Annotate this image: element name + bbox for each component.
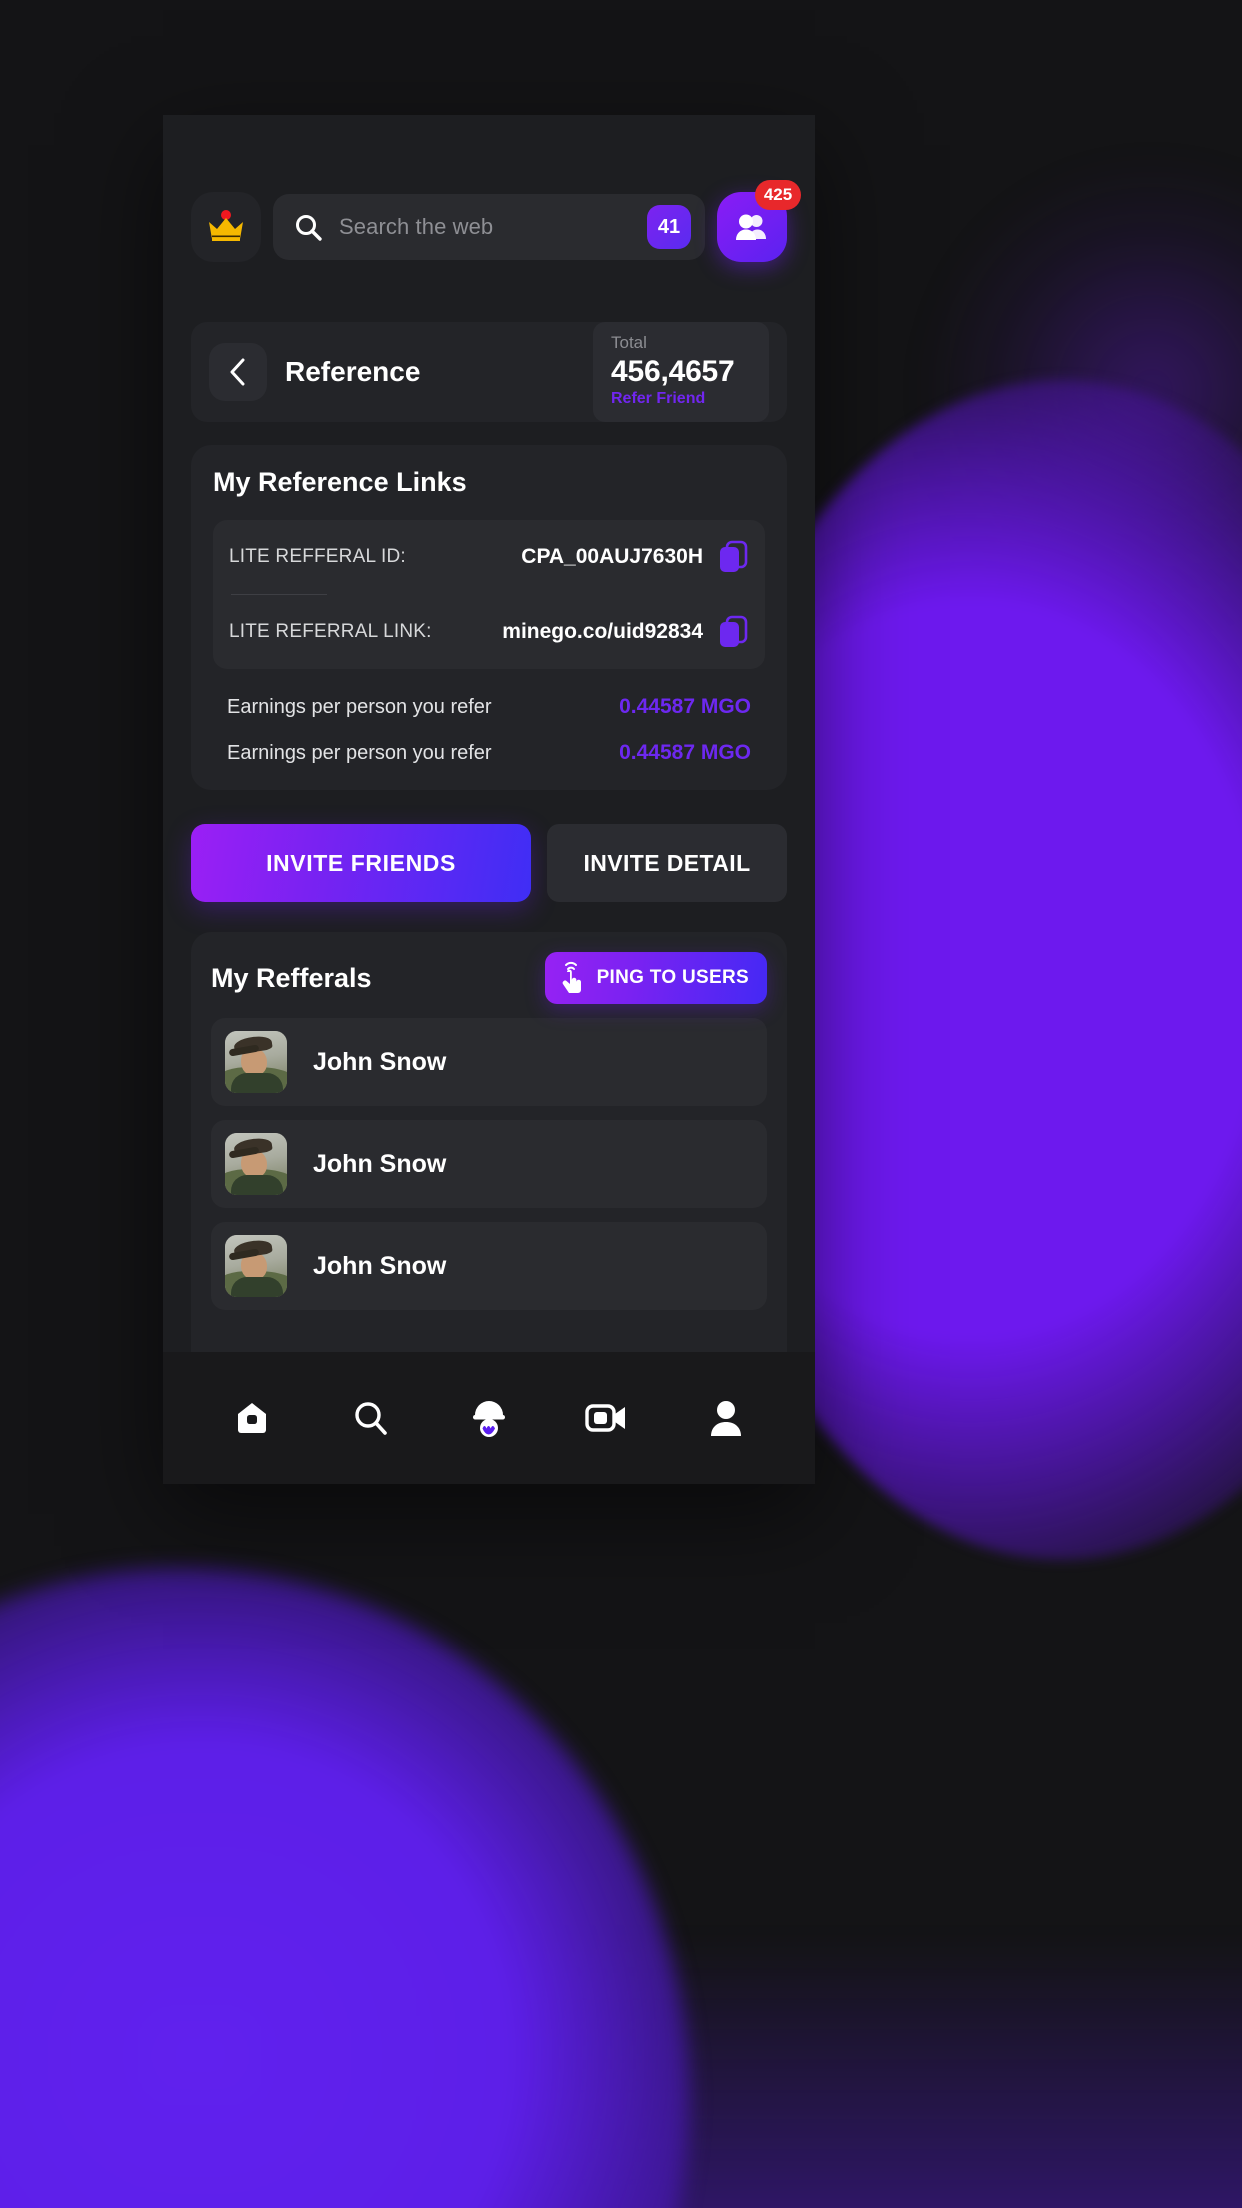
- people-button[interactable]: 425: [717, 180, 801, 262]
- search-bar[interactable]: Search the web 41: [273, 194, 705, 260]
- nav-search[interactable]: [340, 1387, 402, 1449]
- reference-links-title: My Reference Links: [213, 467, 467, 497]
- referral-list-item[interactable]: John Snow: [211, 1018, 767, 1106]
- referral-id-row: LITE REFFERAL ID: CPA_00AUJ7630H: [229, 520, 749, 594]
- earnings-row: Earnings per person you refer 0.44587 MG…: [213, 741, 765, 765]
- earnings-label: Earnings per person you refer: [227, 741, 492, 764]
- referral-link-value: minego.co/uid92834: [502, 620, 703, 643]
- referral-link-row: LITE REFERRAL LINK: minego.co/uid92834: [229, 595, 749, 669]
- people-notification-badge: 425: [755, 180, 801, 210]
- background-glow-bottom-strip: [120, 1938, 1242, 2208]
- ping-to-users-button[interactable]: PING TO USERS: [544, 952, 767, 1004]
- search-count-badge: 41: [647, 205, 691, 249]
- app-screen: Search the web 41 425 Reference Total 45…: [163, 115, 815, 1484]
- nav-mining[interactable]: [458, 1387, 520, 1449]
- person-icon: [707, 1398, 745, 1438]
- earnings-row: Earnings per person you refer 0.44587 MG…: [213, 695, 765, 719]
- back-button[interactable]: [209, 343, 267, 401]
- phone-frame: Search the web 41 425 Reference Total 45…: [163, 115, 815, 1484]
- background-glow-bottom-left: [0, 1568, 690, 2208]
- miner-helmet-icon: [469, 1395, 509, 1441]
- reference-header-bar: Reference Total 456,4657 Refer Friend: [191, 322, 787, 422]
- people-group-icon: [732, 212, 772, 242]
- app-header: Search the web 41 425: [191, 180, 801, 263]
- search-input[interactable]: Search the web: [339, 214, 631, 240]
- referral-link-label: LITE REFERRAL LINK:: [229, 621, 432, 642]
- referral-id-label: LITE REFFERAL ID:: [229, 546, 406, 567]
- search-icon: [293, 212, 323, 242]
- referral-id-value: CPA_00AUJ7630H: [521, 545, 703, 568]
- earnings-value: 0.44587 MGO: [619, 695, 751, 718]
- video-camera-icon: [585, 1401, 629, 1435]
- referral-list-item[interactable]: John Snow: [211, 1222, 767, 1310]
- invite-friends-button[interactable]: INVITE FRIENDS: [191, 824, 531, 902]
- crown-button[interactable]: [191, 192, 261, 262]
- home-icon: [232, 1398, 272, 1438]
- avatar: [225, 1031, 287, 1093]
- reference-links-box: LITE REFFERAL ID: CPA_00AUJ7630H LITE RE…: [213, 520, 765, 669]
- refer-friend-link[interactable]: Refer Friend: [611, 389, 751, 410]
- my-referrals-card: My Refferals PING TO USERS John Snow Joh…: [191, 932, 787, 1372]
- total-label: Total: [611, 333, 647, 353]
- referrals-title: My Refferals: [211, 962, 372, 993]
- referral-name: John Snow: [313, 1047, 447, 1076]
- referral-name: John Snow: [313, 1251, 447, 1280]
- bottom-navigation: [163, 1352, 815, 1484]
- referrals-header: My Refferals PING TO USERS: [211, 952, 767, 1004]
- ping-button-label: PING TO USERS: [596, 967, 749, 988]
- referral-name: John Snow: [313, 1149, 447, 1178]
- total-value: 456,4657: [611, 354, 735, 388]
- earnings-label: Earnings per person you refer: [227, 695, 492, 718]
- copy-icon[interactable]: [717, 615, 749, 649]
- tap-hand-icon: [557, 961, 587, 995]
- invite-button-row: INVITE FRIENDS INVITE DETAIL: [191, 824, 787, 902]
- avatar: [225, 1235, 287, 1297]
- invite-detail-button[interactable]: INVITE DETAIL: [547, 824, 787, 902]
- search-icon: [351, 1398, 391, 1438]
- chevron-left-icon: [228, 357, 248, 387]
- crown-icon: [206, 210, 246, 244]
- nav-profile[interactable]: [695, 1387, 757, 1449]
- nav-video[interactable]: [576, 1387, 638, 1449]
- reference-links-card: My Reference Links LITE REFFERAL ID: CPA…: [191, 445, 787, 790]
- referral-list-item[interactable]: John Snow: [211, 1120, 767, 1208]
- avatar: [225, 1133, 287, 1195]
- total-box[interactable]: Total 456,4657 Refer Friend: [593, 322, 769, 422]
- earnings-value: 0.44587 MGO: [619, 741, 751, 764]
- background-glow-top-right: [942, 180, 1242, 600]
- nav-home[interactable]: [221, 1387, 283, 1449]
- copy-icon[interactable]: [717, 540, 749, 574]
- screenshot-stage: Search the web 41 425 Reference Total 45…: [0, 0, 1242, 2208]
- page-title: Reference: [285, 356, 421, 387]
